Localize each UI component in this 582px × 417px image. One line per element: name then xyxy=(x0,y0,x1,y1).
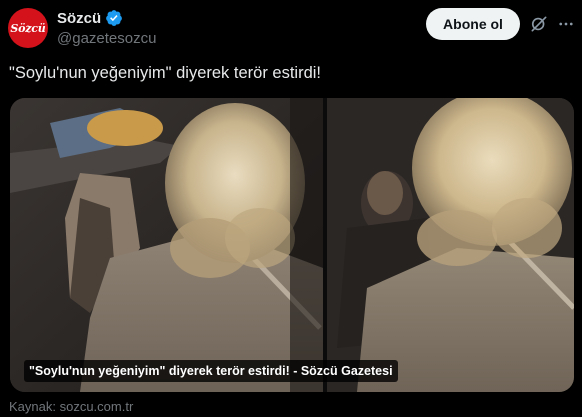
link-card[interactable]: "Soylu'nun yeğeniyim" diyerek terör esti… xyxy=(10,98,574,392)
avatar[interactable]: Sözcü xyxy=(8,8,48,48)
verified-badge-icon xyxy=(106,10,123,26)
card-source-link[interactable]: Kaynak: sozcu.com.tr xyxy=(9,399,133,414)
video-frame-right-image xyxy=(327,98,574,392)
follow-button[interactable]: Abone ol xyxy=(426,8,520,40)
grok-icon[interactable] xyxy=(529,14,549,34)
name-row: Sözcü xyxy=(57,9,123,27)
card-caption: "Soylu'nun yeğeniyim" diyerek terör esti… xyxy=(24,360,398,382)
more-dots-icon xyxy=(559,22,573,26)
display-name[interactable]: Sözcü xyxy=(57,10,101,27)
card-image-left xyxy=(10,98,323,392)
handle[interactable]: @gazetesozcu xyxy=(57,30,156,47)
post-header: Sözcü Sözcü @gazetesozcu Abone ol xyxy=(0,0,582,56)
post-text: "Soylu'nun yeğeniyim" diyerek terör esti… xyxy=(9,64,322,82)
avatar-logo-text: Sözcü xyxy=(10,21,46,35)
video-frame-left-image xyxy=(10,98,323,392)
card-image-right xyxy=(327,98,574,392)
more-icon[interactable] xyxy=(556,14,576,34)
